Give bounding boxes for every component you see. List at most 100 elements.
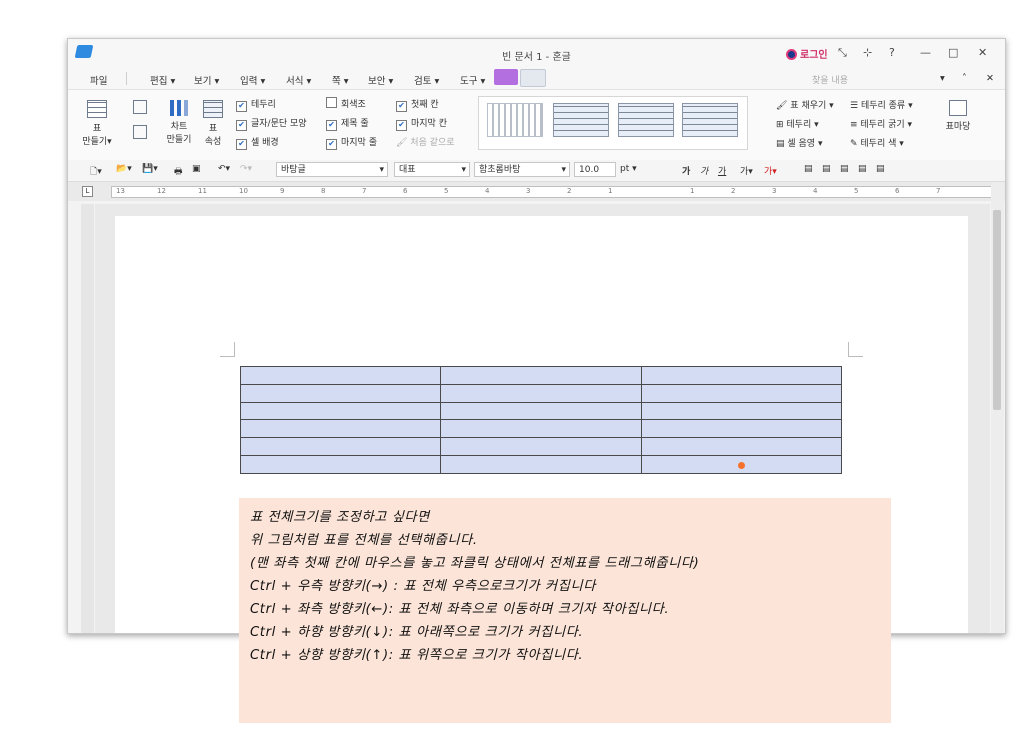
search-input[interactable]: 찾을 내용 — [812, 73, 848, 86]
vertical-scrollbar[interactable] — [991, 182, 1004, 633]
table-cell[interactable] — [239, 437, 442, 457]
table-cell[interactable] — [239, 401, 442, 421]
quick-style-icon[interactable] — [494, 69, 518, 85]
menu-page[interactable]: 쪽 ▾ — [332, 73, 349, 87]
table-cell[interactable] — [640, 366, 843, 385]
help-button[interactable]: ? — [889, 46, 895, 59]
table-row[interactable] — [239, 419, 843, 439]
close-button[interactable]: ✕ — [978, 46, 987, 59]
table-cell[interactable] — [640, 383, 843, 403]
language-select[interactable]: 대표 ▾ — [394, 162, 470, 177]
undo-icon[interactable]: ↶▾ — [218, 164, 230, 174]
table-cell[interactable] — [640, 419, 843, 439]
style-select[interactable]: 바탕글 ▾ — [276, 162, 388, 177]
font-size-input[interactable]: 10.0 — [574, 162, 616, 177]
scrollbar-thumb[interactable] — [993, 210, 1001, 410]
border-color-button[interactable]: ✎ 테두리 색 ▾ — [850, 136, 904, 149]
menu-file[interactable]: 파일 — [90, 73, 107, 87]
font-color-button[interactable]: 가▾ — [764, 164, 777, 177]
login-button[interactable]: 로그인 — [786, 46, 828, 61]
table-cell[interactable] — [640, 437, 843, 457]
underline-button[interactable]: 가 — [718, 164, 726, 177]
table-style-4[interactable] — [682, 103, 738, 137]
cell-insert-icon[interactable] — [133, 100, 147, 114]
table-mark-button[interactable]: 표마당 — [938, 100, 978, 134]
menu-format[interactable]: 서식 ▾ — [286, 73, 311, 87]
check-title-row[interactable]: ✔ 제목 줄 — [326, 116, 369, 131]
align-distribute-icon[interactable]: ▤ — [876, 164, 885, 174]
check-last-col[interactable]: ✔ 마지막 칸 — [396, 116, 447, 131]
table-cell[interactable] — [239, 455, 442, 474]
cell-shade-button[interactable]: ▤ 셀 음영 ▾ — [776, 136, 822, 149]
redo-icon[interactable]: ↷▾ — [240, 164, 252, 174]
strike-button[interactable]: 가▾ — [740, 164, 753, 177]
table-cell[interactable] — [440, 419, 642, 439]
menu-edit-label: 편집 — [150, 76, 168, 87]
print-icon[interactable]: 🖶 — [174, 164, 183, 180]
table-cell[interactable] — [440, 401, 642, 421]
align-center-icon[interactable]: ▤ — [822, 164, 831, 174]
table-row[interactable] — [239, 455, 843, 474]
check-border[interactable]: ✔ 테두리 — [236, 97, 276, 112]
border-width-button[interactable]: ≡ 테두리 굵기 ▾ — [850, 117, 912, 130]
menu-view[interactable]: 보기 ▾ — [194, 73, 219, 87]
cell-delete-icon[interactable] — [133, 125, 147, 139]
close-doc-icon[interactable]: ✕ — [986, 73, 994, 84]
quick-table-icon[interactable] — [520, 69, 546, 87]
minimize-button[interactable]: — — [920, 46, 931, 59]
table-row[interactable] — [239, 383, 843, 403]
preview-icon[interactable]: ▣ — [192, 164, 201, 174]
align-left-icon[interactable]: ▤ — [804, 164, 813, 174]
save-icon[interactable]: 💾▾ — [142, 164, 158, 174]
cell-shade-label: 셀 음영 — [787, 139, 816, 149]
search-dropdown-icon[interactable]: ▾ — [940, 73, 945, 84]
check-same-first[interactable]: 🖌 처음 같으로 — [396, 135, 455, 148]
collapse-ribbon-icon[interactable]: ˄ — [962, 73, 967, 84]
bold-button[interactable]: 가 — [682, 164, 690, 177]
table-cell[interactable] — [239, 383, 442, 403]
table-style-2[interactable] — [553, 103, 609, 137]
menu-tools[interactable]: 도구 ▾ — [460, 73, 485, 87]
table-cell[interactable] — [239, 366, 442, 385]
new-doc-icon[interactable]: 🗋▾ — [90, 164, 102, 180]
table-icon — [87, 100, 107, 118]
ribbon-toggle-icon[interactable]: ⤡ — [838, 46, 847, 60]
check-last-row[interactable]: ✔ 마지막 줄 — [326, 135, 377, 150]
align-right-icon[interactable]: ▤ — [840, 164, 849, 174]
italic-button[interactable]: 가 — [700, 164, 708, 177]
maximize-button[interactable]: □ — [948, 46, 958, 59]
menu-security[interactable]: 보안 ▾ — [368, 73, 393, 87]
font-select[interactable]: 함초롬바탕 ▾ — [474, 162, 570, 177]
table-row[interactable] — [239, 401, 843, 421]
table-props-button[interactable]: 표 속성 — [200, 100, 226, 149]
table-cell[interactable] — [440, 437, 642, 457]
menu-insert[interactable]: 입력 ▾ — [240, 73, 265, 87]
table-make-button[interactable]: 표 만들기▾ — [82, 100, 112, 149]
open-icon[interactable]: 📂▾ — [116, 164, 132, 174]
tab-type-icon[interactable]: L — [82, 186, 93, 197]
border-button[interactable]: ⊞ 테두리 ▾ — [776, 117, 819, 130]
unit-select[interactable]: pt ▾ — [620, 164, 637, 174]
table-style-3[interactable] — [618, 103, 674, 137]
table-cell[interactable] — [440, 366, 642, 385]
table-row[interactable] — [239, 437, 843, 457]
layout-icon[interactable]: ⊹ — [863, 46, 872, 59]
chart-make-button[interactable]: 차트 만들기 — [164, 100, 194, 147]
table-row[interactable] — [239, 366, 843, 385]
table-style-1[interactable] — [487, 103, 543, 137]
table-cell[interactable] — [239, 419, 442, 439]
fill-button[interactable]: 🖌 표 채우기 ▾ — [776, 98, 834, 111]
menu-review[interactable]: 검토 ▾ — [414, 73, 439, 87]
menu-edit[interactable]: 편집 ▾ — [150, 73, 175, 87]
check-char-para[interactable]: ✔ 글자/문단 모양 — [236, 116, 307, 131]
unit-value: pt — [620, 164, 630, 174]
check-grayscale[interactable]: 회색조 — [326, 97, 366, 110]
align-justify-icon[interactable]: ▤ — [858, 164, 867, 174]
check-first-col[interactable]: ✔ 첫째 칸 — [396, 97, 439, 112]
border-type-button[interactable]: ☰ 테두리 종류 ▾ — [850, 98, 913, 111]
table-cell[interactable] — [440, 455, 642, 474]
table-cell[interactable] — [440, 383, 642, 403]
selected-table[interactable] — [239, 366, 843, 474]
check-cell-bg[interactable]: ✔ 셀 배경 — [236, 135, 279, 150]
table-cell[interactable] — [640, 401, 843, 421]
